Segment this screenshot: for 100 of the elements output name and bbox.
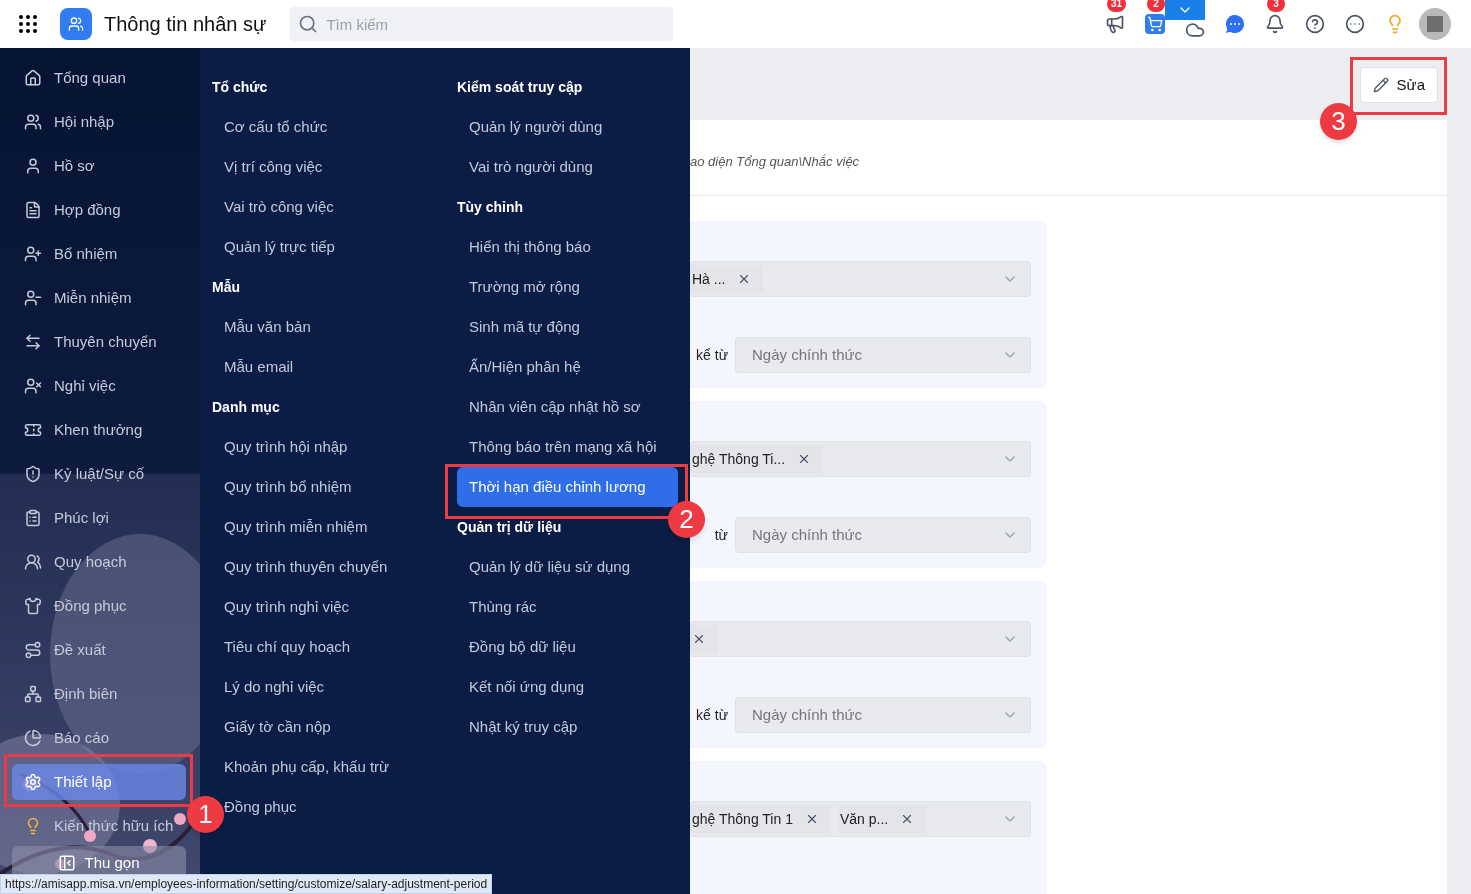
menu-item[interactable]: Đồng phục (224, 787, 297, 827)
user-icon (24, 157, 42, 175)
menu-item[interactable]: Tiêu chí quy hoạch (224, 627, 351, 667)
count-badge: 2 (1147, 0, 1165, 12)
pencil-icon (1372, 77, 1389, 93)
sidebar-item[interactable]: Thuyên chuyển (12, 324, 186, 360)
users-icon (24, 553, 42, 571)
menu-item[interactable]: Quy trình miễn nhiệm (224, 507, 368, 547)
date-select[interactable]: Ngày chính thức (735, 517, 1031, 553)
menu-item[interactable]: Mẫu văn bản (224, 307, 311, 347)
menu-item[interactable]: Vị trí công việc (224, 147, 323, 187)
sidebar-item[interactable]: Đề xuất (12, 632, 186, 668)
chat-icon[interactable] (1223, 12, 1247, 36)
sidebar-item[interactable]: Hội nhập (12, 104, 186, 140)
document-icon (24, 201, 42, 219)
menu-heading: Tùy chỉnh (457, 197, 525, 217)
shirt-icon (24, 597, 42, 615)
since-label: kể từ (696, 345, 728, 365)
menu-item[interactable]: Quản lý dữ liệu sử dụng (469, 547, 630, 587)
collapse-icon (58, 854, 77, 872)
menu-item[interactable]: Lý do nghỉ việc (224, 667, 325, 707)
user-plus-icon (24, 245, 42, 263)
menu-item[interactable]: Thời hạn điều chỉnh lương (457, 467, 678, 507)
menu-item[interactable]: Vai trò công việc (224, 187, 334, 227)
menu-item[interactable]: Cơ cấu tổ chức (224, 107, 328, 147)
sidebar-item[interactable]: Kỷ luật/Sự cố (12, 456, 186, 492)
remove-tag-icon[interactable] (692, 632, 706, 646)
home-icon (24, 69, 42, 87)
menu-item[interactable]: Quy trình nghỉ việc (224, 587, 350, 627)
menu-item[interactable]: Nhật ký truy cập (469, 707, 578, 747)
count-badge: 3 (1267, 0, 1285, 12)
menu-item[interactable]: Trường mở rộng (469, 267, 580, 307)
network-icon (24, 685, 42, 703)
menu-heading: Tổ chức (212, 77, 269, 97)
menu-item[interactable]: Quản lý trực tiếp (224, 227, 335, 267)
sidebar-item[interactable]: Bổ nhiệm (12, 236, 186, 272)
menu-item[interactable]: Sinh mã tự động (469, 307, 580, 347)
sidebar-item[interactable]: Miễn nhiệm (12, 280, 186, 316)
menu-item[interactable]: Thông báo trên mạng xã hội (469, 427, 657, 467)
description-text: ao diện Tổng quan\Nhắc việc (690, 152, 860, 171)
sidebar-item[interactable]: Khen thưởng (12, 412, 186, 448)
sidebar-item[interactable]: Nghỉ việc (12, 368, 186, 404)
menu-heading: Danh mục (212, 397, 281, 417)
tag-label: Văn p... (839, 809, 889, 829)
sidebar-item[interactable]: Tổng quan (12, 60, 186, 96)
url-tooltip: https://amisapp.misa.vn/employees-information/setting/customize/salary-adjustment-period (0, 874, 493, 894)
tag-select[interactable]: ghệ Thông Tin 1 Văn p... (690, 801, 1031, 837)
menu-item[interactable]: Quy trình bổ nhiệm (224, 467, 352, 507)
menu-item[interactable]: Quản lý người dùng (469, 107, 603, 147)
menu-item[interactable]: Vai trò người dùng (469, 147, 593, 187)
app-title: Thông tin nhân sự (104, 12, 267, 37)
arrows-icon (24, 333, 42, 351)
tag-label: Hà ... (692, 269, 726, 289)
date-select[interactable]: Ngày chính thức (735, 697, 1031, 733)
edit-button[interactable]: Sửa (1359, 67, 1438, 103)
avatar[interactable] (1419, 8, 1451, 40)
clipboard-icon (24, 509, 42, 527)
since-label: từ (714, 525, 728, 545)
tag-label: ghệ Thông Ti... (692, 449, 786, 469)
sidebar-item[interactable]: Kiến thức hữu ích (12, 808, 186, 844)
menu-item[interactable]: Giấy tờ cần nộp (224, 707, 331, 747)
cart-icon[interactable] (1145, 14, 1165, 34)
menu-item[interactable]: Đồng bộ dữ liệu (469, 627, 576, 667)
sidebar-item[interactable]: Phúc lợi (12, 500, 186, 536)
tag-label: ghệ Thông Tin 1 (692, 809, 793, 829)
menu-item[interactable]: Quy trình hội nhập (224, 427, 348, 467)
user-x-icon (24, 377, 42, 395)
apps-icon[interactable] (16, 12, 40, 36)
help-icon[interactable] (1305, 14, 1325, 34)
sidebar-item[interactable]: Định biên (12, 676, 186, 712)
megaphone-icon[interactable] (1105, 14, 1125, 34)
search-field[interactable]: Tìm kiếm (290, 7, 674, 41)
menu-item[interactable]: Ẩn/Hiện phân hệ (469, 347, 581, 387)
date-select[interactable]: Ngày chính thức (735, 337, 1031, 373)
sidebar-item[interactable]: Báo cáo (12, 720, 186, 756)
bell-icon[interactable] (1265, 14, 1285, 34)
people-icon (24, 113, 42, 131)
sidebar-item[interactable]: Hợp đồng (12, 192, 186, 228)
menu-item[interactable]: Nhân viên cập nhật hồ sơ (469, 387, 641, 427)
tag-select[interactable]: ghệ Thông Ti... (690, 441, 1031, 477)
menu-heading: Kiểm soát truy cập (457, 77, 584, 97)
cloud-icon[interactable] (1185, 20, 1205, 40)
menu-item[interactable]: Hiển thị thông báo (469, 227, 591, 267)
menu-heading: Mẫu (212, 277, 241, 297)
search-icon (298, 14, 319, 34)
count-badge: 31 (1107, 0, 1127, 12)
menu-item[interactable]: Kết nối ứng dụng (469, 667, 585, 707)
menu-item[interactable]: Quy trình thuyên chuyển (224, 547, 388, 587)
menu-item[interactable]: Thùng rác (469, 587, 537, 627)
sidebar-item[interactable]: Thiết lập (12, 764, 186, 800)
settings-icon (24, 773, 42, 791)
more-icon[interactable] (1345, 14, 1365, 34)
ticket-icon (24, 421, 42, 439)
tag-select[interactable]: Hà ... (690, 261, 1031, 297)
menu-item[interactable]: Mẫu email (224, 347, 294, 387)
sidebar-item[interactable]: Đồng phục (12, 588, 186, 624)
menu-item[interactable]: Khoản phụ cấp, khấu trừ (224, 747, 390, 787)
sidebar-item[interactable]: Hồ sơ (12, 148, 186, 184)
app-logo-icon (60, 8, 92, 40)
sidebar-item[interactable]: Quy hoạch (12, 544, 186, 580)
